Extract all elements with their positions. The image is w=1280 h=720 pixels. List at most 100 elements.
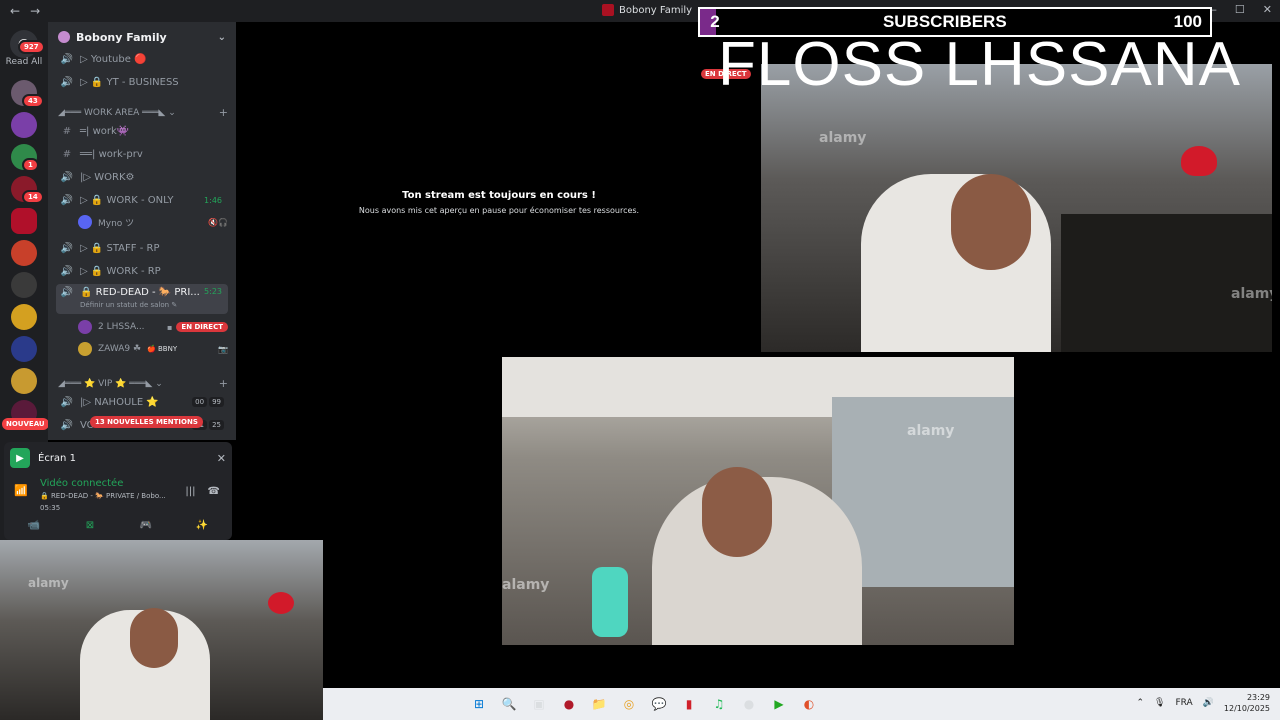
- file-explorer-icon[interactable]: 📁: [588, 693, 610, 715]
- chrome-icon[interactable]: ◎: [618, 693, 640, 715]
- hash-icon: #: [62, 125, 72, 137]
- cup: [592, 567, 628, 637]
- start-icon[interactable]: ⊞: [468, 693, 490, 715]
- chevron-down-icon: ⌄: [217, 31, 226, 43]
- new-mentions-pill[interactable]: 13 NOUVELLES MENTIONS: [90, 416, 203, 428]
- camera-button[interactable]: 📹: [12, 516, 56, 534]
- speaker-icon: 🔊: [60, 396, 74, 408]
- speaker-icon: 🔊: [60, 76, 74, 88]
- channel-label: |▷ NAHOULE ⭐: [80, 396, 159, 408]
- server-header[interactable]: Bobony Family ⌄: [48, 22, 236, 52]
- stream-paused-title: Ton stream est toujours en cours !: [402, 190, 596, 201]
- count-current: 00: [192, 397, 208, 407]
- add-channel-icon[interactable]: +: [219, 106, 228, 119]
- search-icon[interactable]: 🔍: [498, 693, 520, 715]
- count-limit: 99: [209, 397, 224, 407]
- count-limit: 25: [209, 420, 224, 430]
- app-icon[interactable]: ●: [558, 693, 580, 715]
- app-icon[interactable]: ▮: [678, 693, 700, 715]
- voice-channel[interactable]: 🔊 |▷ NAHOULE ⭐ 00 99: [56, 392, 228, 412]
- forward-arrow-icon[interactable]: →: [30, 4, 40, 18]
- speaker-icon: 🔊: [60, 265, 74, 277]
- camera-icon: ▪: [167, 322, 173, 332]
- category-work-area[interactable]: ◢═══ WORK AREA ═══◣ ⌄ +: [58, 106, 228, 119]
- stream-paused-subtitle: Nous avons mis cet aperçu en pause pour …: [358, 206, 640, 215]
- close-button[interactable]: ✕: [1263, 3, 1272, 16]
- app-icon: [602, 4, 614, 16]
- server-name: Bobony Family: [76, 30, 167, 44]
- text-channel[interactable]: # ═| work👾: [56, 121, 228, 141]
- app-icon[interactable]: ◐: [798, 693, 820, 715]
- car-dashboard: [1061, 214, 1272, 352]
- voice-channel[interactable]: 🔊 ▷ 🔒 WORK - RP: [56, 261, 228, 281]
- text-channel[interactable]: # ══| work-prv: [56, 144, 228, 164]
- voice-channel[interactable]: 🔊 ▷ 🔒 STAFF - RP: [56, 238, 228, 258]
- stream-preview[interactable]: alamy: [0, 540, 323, 720]
- voice-channel[interactable]: 🔊 ▷ 🔒 YT - BUSINESS: [56, 72, 228, 92]
- clock[interactable]: 23:29 12/10/2025: [1224, 692, 1270, 714]
- voice-channel-active[interactable]: 🔊 🔒 RED-DEAD - 🐎 PRI... 5:23 Définir un …: [56, 284, 228, 314]
- voice-channel[interactable]: 🔊 ▷ Youtube 🔴: [56, 49, 228, 69]
- channel-status-hint[interactable]: Définir un statut de salon ✎: [80, 301, 177, 309]
- category-vip[interactable]: ◢═══ ⭐ VIP ⭐ ═══◣ ⌄ +: [58, 377, 228, 390]
- disconnect-icon[interactable]: ☎: [208, 486, 220, 497]
- stream-paused-notice: Ton stream est toujours en cours ! Nous …: [236, 190, 762, 215]
- stop-stream-icon[interactable]: ✕: [217, 452, 226, 465]
- channel-label: ══| work-prv: [80, 148, 143, 160]
- voice-user[interactable]: 2 LHSSA... ▪ EN DIRECT: [78, 318, 228, 336]
- add-channel-icon[interactable]: +: [219, 377, 228, 390]
- voice-user[interactable]: Myno ツ 🔇🎧: [78, 213, 228, 231]
- live-badge[interactable]: EN DIRECT: [176, 322, 228, 332]
- home-notification-badge: 927: [18, 40, 45, 54]
- server-icon[interactable]: [11, 368, 37, 394]
- voice-status[interactable]: Vidéo connectée: [40, 478, 123, 489]
- discord-icon[interactable]: 💬: [648, 693, 670, 715]
- screen-share-label: Écran 1: [38, 452, 76, 464]
- voice-user[interactable]: ZAWA9 ☘ 🍎 BBNY 📷: [78, 340, 228, 358]
- signal-icon[interactable]: 📶: [14, 484, 28, 497]
- new-badge[interactable]: NOUVEAU: [2, 418, 49, 430]
- server-icon[interactable]: [11, 304, 37, 330]
- server-icon[interactable]: [11, 272, 37, 298]
- channel-timer: 1:46: [204, 195, 222, 205]
- server-icon[interactable]: [11, 336, 37, 362]
- task-view-icon[interactable]: ▣: [528, 693, 550, 715]
- category-label: ◢═══ WORK AREA ═══◣ ⌄: [58, 107, 176, 118]
- tray-expand-icon[interactable]: ⌃: [1136, 698, 1144, 708]
- soundboard-button[interactable]: ✨: [180, 516, 224, 534]
- server-icon[interactable]: [11, 240, 37, 266]
- server-icon[interactable]: [11, 112, 37, 138]
- voice-channel[interactable]: 🔊 ▷ 🔒 WORK - ONLY 1:46: [56, 190, 228, 210]
- watermark: alamy: [907, 423, 955, 439]
- voice-user-name: Myno ツ: [98, 218, 135, 229]
- activity-button[interactable]: 🎮: [124, 516, 168, 534]
- back-arrow-icon[interactable]: ←: [10, 4, 20, 18]
- channel-label: ═| work👾: [80, 125, 130, 137]
- maximize-button[interactable]: ☐: [1235, 3, 1245, 16]
- avatar: [78, 215, 92, 229]
- read-all-button[interactable]: Read All: [0, 57, 48, 67]
- channel-label: ▷ 🔒 WORK - ONLY: [80, 194, 174, 206]
- speaker-icon: 🔊: [60, 419, 74, 431]
- channel-label: |▷ WORK⚙: [80, 171, 135, 183]
- network-volume-icon[interactable]: 🔊: [1203, 698, 1214, 708]
- obs-icon[interactable]: ●: [738, 693, 760, 715]
- language-indicator[interactable]: FRA: [1175, 698, 1192, 708]
- server-badge: 14: [22, 190, 44, 204]
- noise-suppression-icon[interactable]: |||: [185, 486, 195, 497]
- server-icon[interactable]: [11, 208, 37, 234]
- window-title-text: Bobony Family: [619, 4, 693, 16]
- spotify-icon[interactable]: ♫: [708, 693, 730, 715]
- heart-decoration: [1181, 146, 1217, 176]
- screen-share-row[interactable]: ▶ Écran 1 ✕: [10, 446, 226, 470]
- app-icon[interactable]: ▶: [768, 693, 790, 715]
- subscriber-count: 2: [700, 9, 720, 35]
- voice-status-panel: ▶ Écran 1 ✕ 📶 Vidéo connectée 🔒 RED-DEAD…: [4, 442, 232, 540]
- voice-channel[interactable]: 🔊 |▷ WORK⚙: [56, 167, 228, 187]
- share-screen-button[interactable]: ⊠: [68, 516, 112, 534]
- camera-icon: 📷: [218, 344, 228, 354]
- speaker-icon: 🔊: [60, 287, 74, 298]
- voice-channel-name[interactable]: 🔒 RED-DEAD - 🐎 PRIVATE / Bobo...: [40, 492, 166, 500]
- channel-timer: 5:23: [204, 287, 222, 296]
- microphone-icon[interactable]: 🎙: [1154, 698, 1165, 708]
